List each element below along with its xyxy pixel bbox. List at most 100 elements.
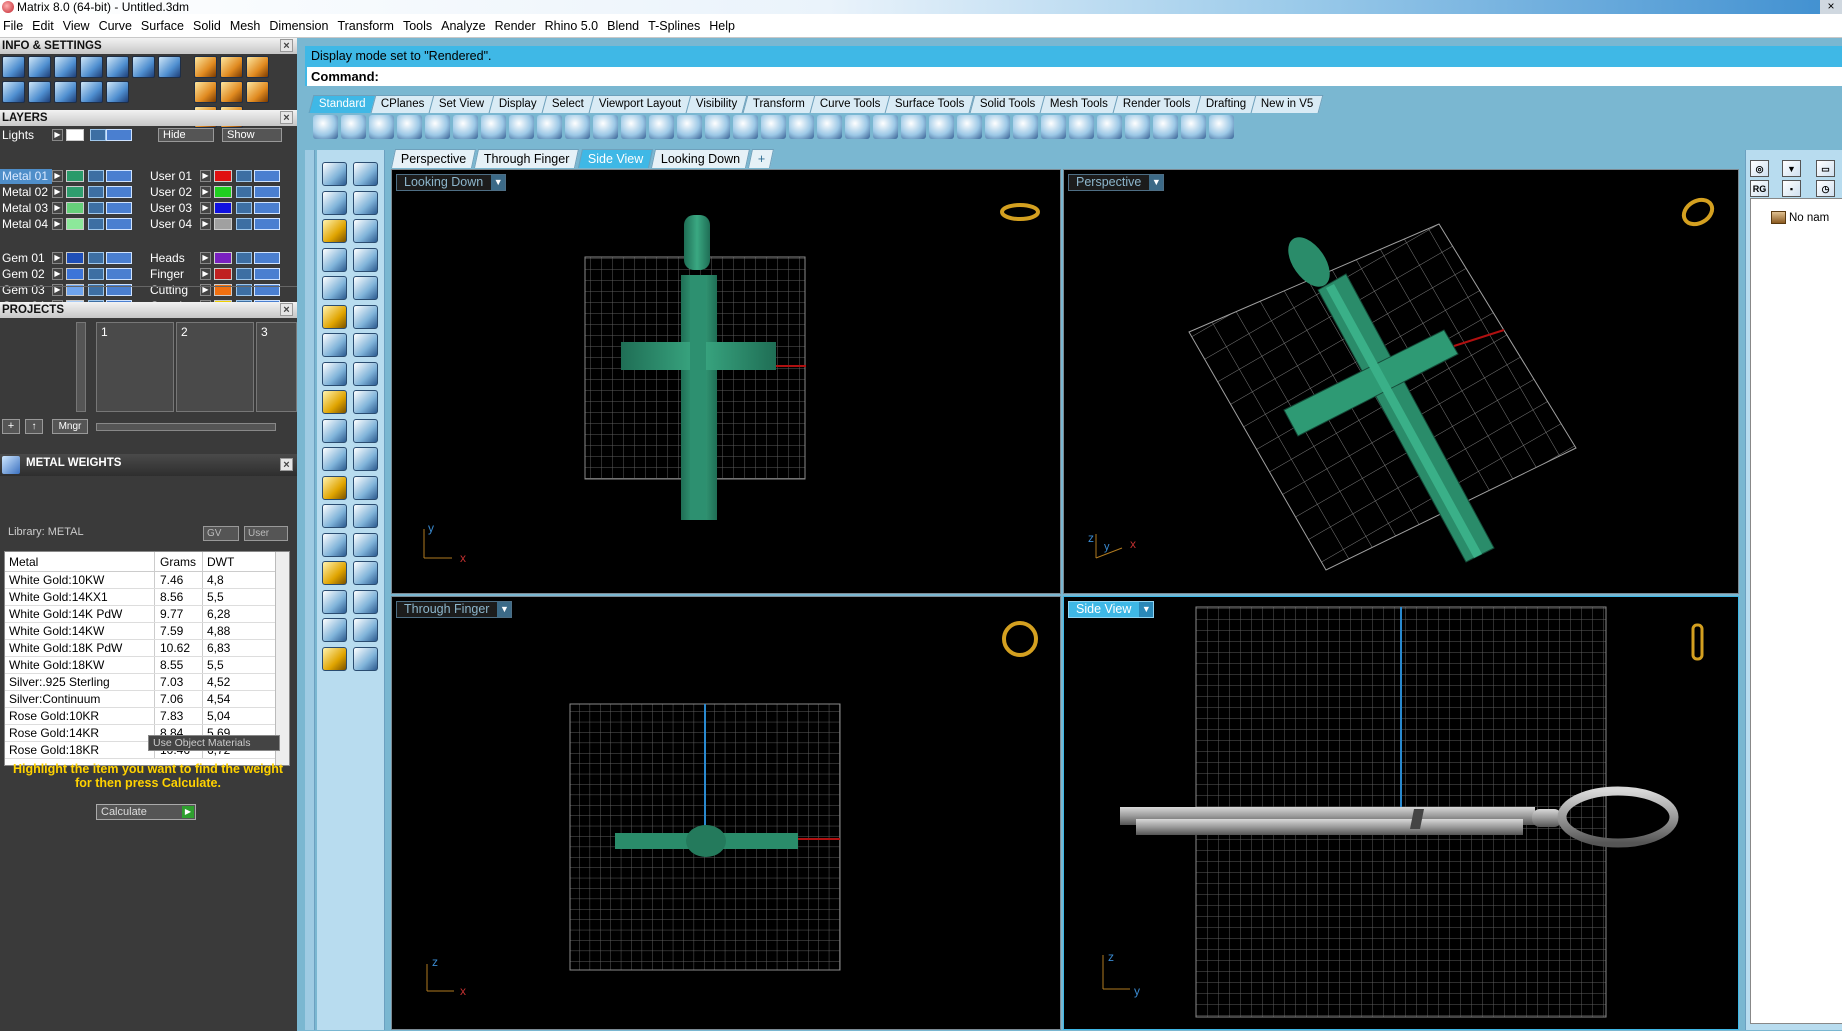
document-icon[interactable]: [106, 56, 129, 78]
save-icon[interactable]: [369, 115, 394, 139]
ring-view-icon[interactable]: [1680, 195, 1717, 229]
layer-color-swatch[interactable]: [66, 218, 84, 230]
circle-pt-icon[interactable]: [322, 276, 347, 300]
rotate-view-icon[interactable]: [733, 115, 758, 139]
user-toggle[interactable]: User: [244, 526, 288, 541]
window-close-button[interactable]: ×: [1820, 0, 1842, 14]
filter-icon[interactable]: [80, 81, 103, 103]
box-icon[interactable]: [322, 333, 347, 357]
layer-color-swatch[interactable]: [214, 268, 232, 280]
visibility-icon[interactable]: [254, 186, 280, 198]
layer-row[interactable]: User 03 ▶: [148, 201, 293, 216]
arrow-right-icon[interactable]: ▶: [200, 202, 211, 214]
layer-row[interactable]: Gem 02 ▶: [0, 267, 145, 282]
lock-icon[interactable]: [236, 170, 252, 182]
layer-color-swatch[interactable]: [66, 252, 84, 264]
lock-icon[interactable]: [88, 268, 104, 280]
cylinder-icon[interactable]: [322, 361, 347, 386]
layer-color-swatch[interactable]: [214, 186, 232, 198]
sphere-blue-icon[interactable]: [1097, 115, 1122, 139]
arrow-right-icon[interactable]: ▶: [52, 218, 63, 230]
arc-icon[interactable]: [322, 475, 347, 500]
viewport-side-view[interactable]: z y Side View ▼: [1063, 596, 1739, 1030]
viewport-label[interactable]: Through Finger ▼: [396, 601, 513, 618]
copy-icon[interactable]: [481, 115, 506, 139]
chevron-down-icon[interactable]: ▼: [491, 175, 506, 190]
ring-view-icon[interactable]: [1000, 203, 1040, 221]
arrow-right-icon[interactable]: ▶: [52, 268, 63, 280]
layers-icon[interactable]: [54, 56, 77, 78]
help-icon[interactable]: [1209, 115, 1234, 139]
bevel-icon[interactable]: [353, 646, 378, 671]
projects-scrollbar[interactable]: [76, 322, 86, 412]
view-tab[interactable]: Through Finger: [474, 149, 580, 168]
table-scrollbar[interactable]: [275, 552, 289, 765]
visibility-icon[interactable]: [106, 129, 132, 141]
move-pt-icon[interactable]: [353, 219, 378, 243]
paste-icon[interactable]: [509, 115, 534, 139]
chevron-down-icon[interactable]: ▼: [1139, 602, 1154, 617]
lock-icon[interactable]: [88, 218, 104, 230]
text-icon[interactable]: [322, 504, 347, 528]
align-icon[interactable]: [353, 418, 378, 443]
zoom-window-icon[interactable]: [649, 115, 674, 139]
boolean-icon[interactable]: [353, 589, 378, 614]
lights-swatch[interactable]: [66, 129, 84, 141]
layer-color-swatch[interactable]: [66, 202, 84, 214]
toolbar-tab[interactable]: Drafting: [1195, 95, 1257, 113]
extrude-icon[interactable]: [322, 618, 347, 642]
toolbar-tab[interactable]: CPlanes: [370, 95, 435, 113]
table-row[interactable]: White Gold:14K PdW 9.77 6,28: [5, 606, 289, 623]
menu-mesh[interactable]: Mesh: [230, 19, 261, 33]
col-grams[interactable]: Grams: [155, 552, 203, 571]
toolbar-tab[interactable]: Mesh Tools: [1039, 95, 1119, 113]
settings-icon[interactable]: [2, 56, 25, 78]
lock-icon[interactable]: [236, 186, 252, 198]
toolbar-tab[interactable]: Surface Tools: [884, 95, 976, 113]
layer-row[interactable]: Metal 02 ▶: [0, 185, 145, 200]
mirror-icon[interactable]: [353, 532, 378, 557]
sweep-icon[interactable]: [353, 304, 378, 329]
rectangle-icon[interactable]: [353, 247, 378, 272]
table-row[interactable]: Rose Gold:10KR 7.83 5,04: [5, 708, 289, 725]
menu-blend[interactable]: Blend: [607, 19, 639, 33]
clock-icon[interactable]: ◷: [1816, 180, 1835, 197]
viewport-label[interactable]: Looking Down ▼: [396, 174, 507, 191]
layer-color-swatch[interactable]: [214, 252, 232, 264]
figure-icon[interactable]: [220, 81, 243, 103]
point-icon[interactable]: [353, 162, 378, 186]
lock-icon[interactable]: [236, 218, 252, 230]
visibility-icon[interactable]: [254, 252, 280, 264]
shield-icon[interactable]: ▼: [1782, 160, 1801, 177]
menu-help[interactable]: Help: [709, 19, 735, 33]
table-row[interactable]: Silver:.925 Sterling 7.03 4,52: [5, 674, 289, 691]
layer-color-swatch[interactable]: [214, 218, 232, 230]
col-metal[interactable]: Metal: [5, 552, 155, 571]
visibility-icon[interactable]: [106, 170, 132, 182]
arrow-right-icon[interactable]: ▶: [200, 186, 211, 198]
layer-row[interactable]: Gem 01 ▶: [0, 251, 145, 266]
layer-color-swatch[interactable]: [66, 170, 84, 182]
menu-edit[interactable]: Edit: [32, 19, 54, 33]
collapsed-toolbar[interactable]: [305, 150, 315, 1030]
menu-curve[interactable]: Curve: [99, 19, 132, 33]
use-object-materials-checkbox[interactable]: Use Object Materials: [148, 735, 280, 751]
project-slider[interactable]: [96, 423, 276, 431]
zoom-selected-icon[interactable]: [705, 115, 730, 139]
lock-icon[interactable]: [957, 115, 982, 139]
menu-dimension[interactable]: Dimension: [269, 19, 328, 33]
visibility-icon[interactable]: [106, 268, 132, 280]
gem-icon[interactable]: [28, 81, 51, 103]
show-button[interactable]: Show: [222, 128, 282, 142]
view-tab[interactable]: Perspective: [390, 149, 477, 168]
lock-icon[interactable]: [236, 268, 252, 280]
arrow-right-icon[interactable]: ▶: [200, 218, 211, 230]
gear-icon[interactable]: [322, 390, 347, 414]
visibility-icon[interactable]: [106, 218, 132, 230]
menu-analyze[interactable]: Analyze: [441, 19, 485, 33]
toolbar-tab[interactable]: Select: [541, 95, 595, 113]
arc-pt-icon[interactable]: [353, 475, 378, 500]
arrow-right-icon[interactable]: ▶: [52, 170, 63, 182]
copy-icon[interactable]: [322, 532, 347, 557]
layer-row[interactable]: Metal 01 ▶: [0, 169, 145, 184]
